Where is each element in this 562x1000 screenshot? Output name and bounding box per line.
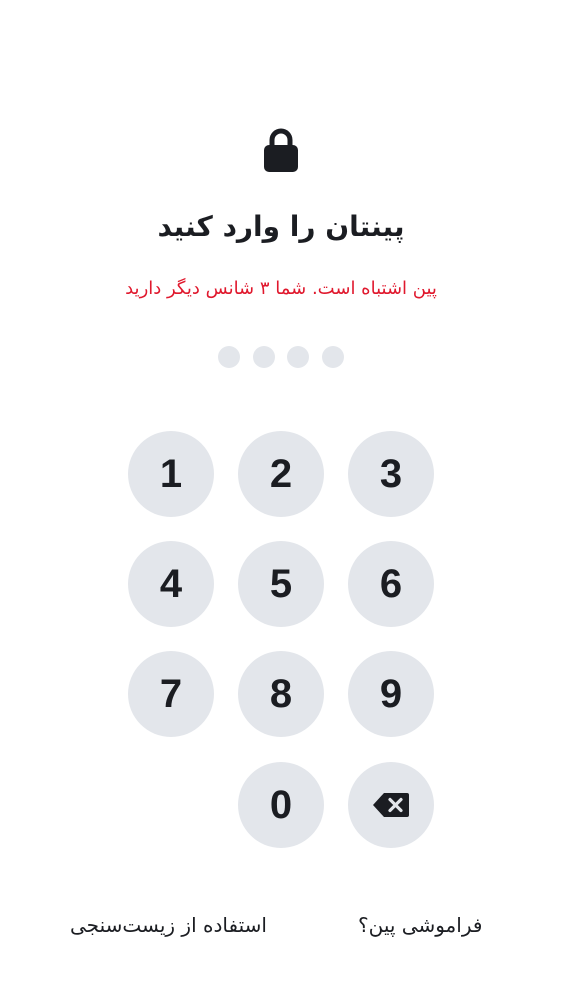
key-3[interactable]: 3 <box>348 431 434 517</box>
key-5[interactable]: 5 <box>238 541 324 627</box>
error-message: پین اشتباه است. شما ۳ شانس دیگر دارید <box>125 278 437 299</box>
forgot-pin-link[interactable]: فراموشی پین؟ <box>358 908 482 942</box>
backspace-button[interactable] <box>348 762 434 848</box>
pin-dot <box>253 346 275 368</box>
key-9[interactable]: 9 <box>348 651 434 737</box>
key-8[interactable]: 8 <box>238 651 324 737</box>
key-2[interactable]: 2 <box>238 431 324 517</box>
pin-dot <box>287 346 309 368</box>
lock-icon <box>263 127 299 173</box>
page-title: پینتان را وارد کنید <box>157 210 405 243</box>
backspace-icon <box>372 792 410 818</box>
pin-dot <box>218 346 240 368</box>
pin-indicator <box>218 346 346 368</box>
key-6[interactable]: 6 <box>348 541 434 627</box>
key-7[interactable]: 7 <box>128 651 214 737</box>
key-4[interactable]: 4 <box>128 541 214 627</box>
key-1[interactable]: 1 <box>128 431 214 517</box>
key-0[interactable]: 0 <box>238 762 324 848</box>
pin-dot <box>322 346 344 368</box>
use-biometrics-link[interactable]: استفاده از زیست‌سنجی <box>70 908 267 942</box>
